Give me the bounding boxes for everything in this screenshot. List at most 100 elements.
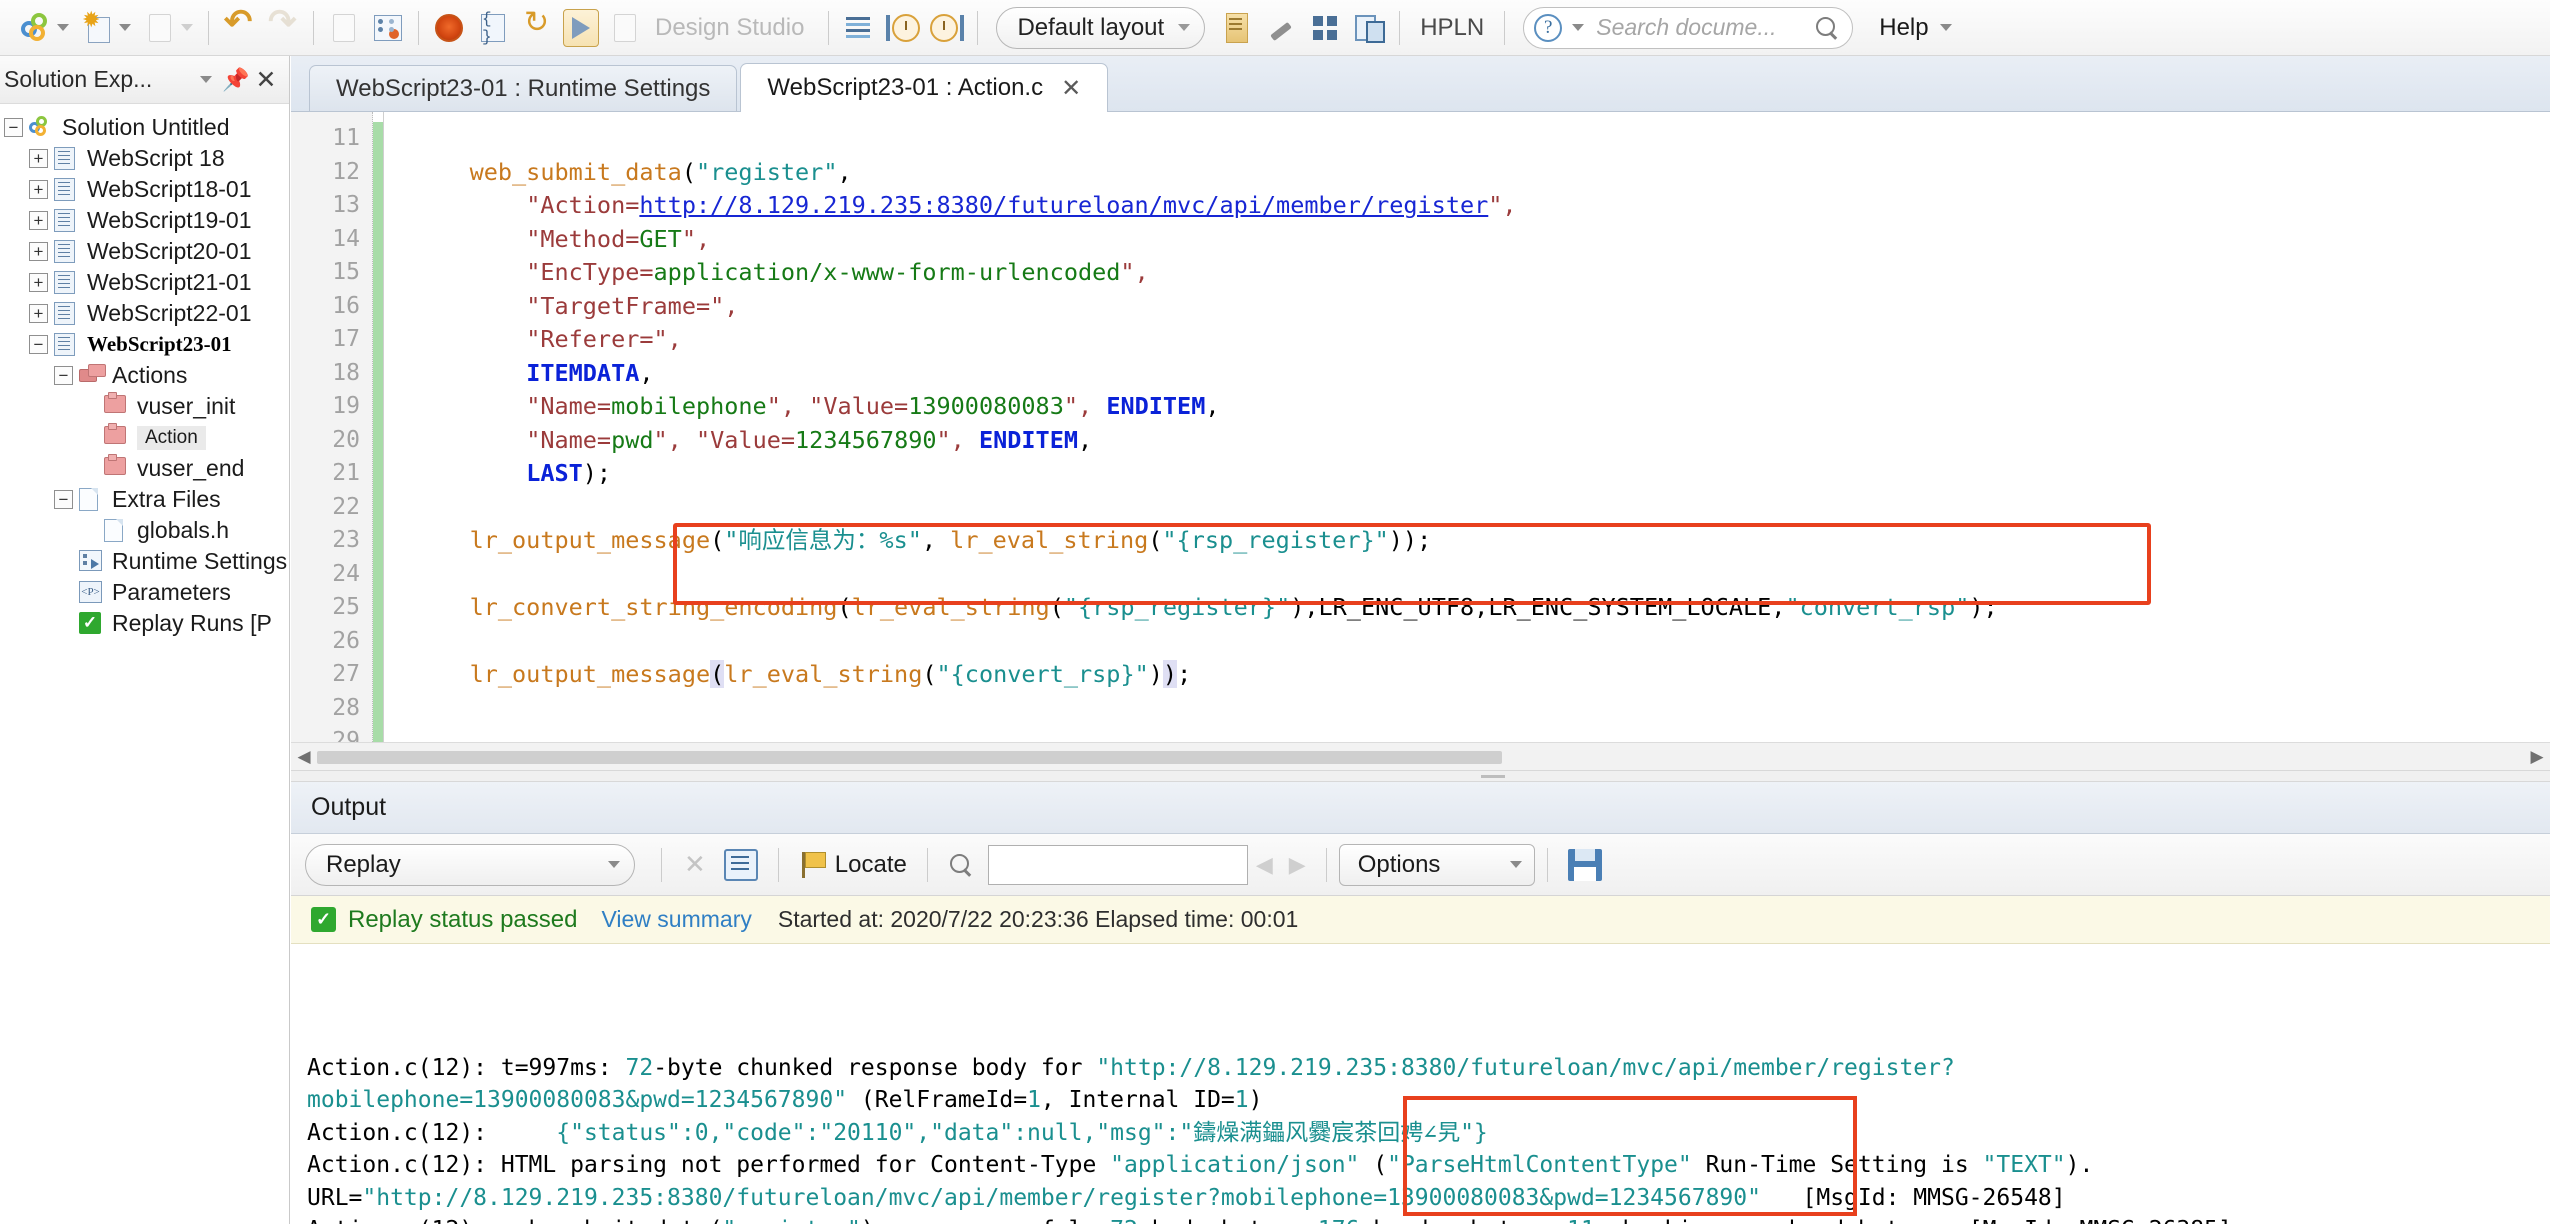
collapse-icon[interactable]: − <box>54 490 73 509</box>
code-text[interactable]: web_submit_data("register", "Action=http… <box>397 112 2550 770</box>
expand-icon[interactable]: + <box>29 211 48 230</box>
code-fold-column[interactable] <box>383 112 397 770</box>
code-line[interactable] <box>413 558 2550 592</box>
collapse-icon[interactable]: − <box>29 335 48 354</box>
output-options-button[interactable]: Options <box>1339 844 1535 886</box>
tree-item-webscript18-01[interactable]: +WebScript18-01 <box>0 174 289 205</box>
locate-button[interactable]: Locate <box>791 844 915 886</box>
output-source-selector[interactable]: Replay <box>305 844 635 886</box>
windows-layout-button[interactable] <box>1347 5 1391 51</box>
search-icon[interactable] <box>1814 15 1840 41</box>
chevron-down-icon[interactable] <box>1572 24 1584 31</box>
record-button[interactable] <box>427 5 471 51</box>
help-menu[interactable]: Help <box>1863 14 1936 42</box>
open-file-dropdown-caret[interactable] <box>178 10 196 46</box>
tree-item-globals-h[interactable]: globals.h <box>0 515 289 546</box>
expand-icon[interactable]: + <box>29 180 48 199</box>
close-icon[interactable]: ✕ <box>251 65 281 95</box>
code-line[interactable] <box>413 491 2550 525</box>
tree-item-webscript20-01[interactable]: +WebScript20-01 <box>0 236 289 267</box>
horizontal-splitter[interactable] <box>291 770 2550 782</box>
tree-item-webscript21-01[interactable]: +WebScript21-01 <box>0 267 289 298</box>
output-search-input[interactable] <box>988 845 1248 885</box>
replay-arrow-button[interactable] <box>515 5 559 51</box>
scroll-thumb[interactable] <box>317 751 1502 764</box>
tree-item-action[interactable]: Action <box>0 422 289 453</box>
grid-layout-button[interactable] <box>1303 5 1347 51</box>
code-line[interactable] <box>413 625 2550 659</box>
output-search-button[interactable] <box>940 844 982 886</box>
code-view-button[interactable]: { } <box>471 5 515 51</box>
code-line[interactable]: "TargetFrame=", <box>413 290 2550 324</box>
tree-item-runtime-settings[interactable]: Runtime Settings <box>0 546 289 577</box>
editor-horizontal-scrollbar[interactable]: ◀ ▶ <box>291 742 2550 770</box>
word-wrap-button[interactable] <box>716 844 766 886</box>
code-line[interactable]: lr_convert_string_encoding(lr_eval_strin… <box>413 591 2550 625</box>
output-log-line[interactable]: URL="http://8.129.219.235:8380/futureloa… <box>307 1182 2550 1215</box>
editor-tab-2[interactable]: WebScript23-01 : Action.c✕ <box>740 63 1108 112</box>
output-log-line[interactable]: Action.c(12): {"status":0,"code":"20110"… <box>307 1117 2550 1150</box>
new-script-button[interactable] <box>76 5 138 51</box>
code-line[interactable]: "Name=pwd", "Value=1234567890", ENDITEM, <box>413 424 2550 458</box>
documentation-search[interactable]: ? Search docume... <box>1523 7 1853 49</box>
scroll-left-icon[interactable]: ◀ <box>291 747 317 767</box>
open-file-button[interactable] <box>138 5 200 51</box>
tree-item-actions[interactable]: −Actions <box>0 360 289 391</box>
chevron-down-icon[interactable] <box>191 65 221 95</box>
code-line[interactable] <box>413 692 2550 726</box>
output-log-line[interactable]: mobilephone=13900080083&pwd=1234567890" … <box>307 1084 2550 1117</box>
editor-tab-1[interactable]: WebScript23-01 : Runtime Settings <box>309 65 737 111</box>
new-script-dropdown-caret[interactable] <box>116 10 134 46</box>
expand-icon[interactable]: + <box>29 242 48 261</box>
start-transaction-button[interactable] <box>881 5 925 51</box>
tree-item-vuser-init[interactable]: vuser_init <box>0 391 289 422</box>
pen-button[interactable] <box>1259 5 1303 51</box>
bookmark-button[interactable] <box>1215 5 1259 51</box>
tree-item-extra-files[interactable]: −Extra Files <box>0 484 289 515</box>
expand-icon[interactable]: + <box>29 149 48 168</box>
save-output-button[interactable] <box>1560 844 1610 886</box>
runtime-settings-button[interactable] <box>366 5 410 51</box>
output-log-line[interactable]: Action.c(12): HTML parsing not performed… <box>307 1149 2550 1182</box>
tree-item-webscript-18[interactable]: +WebScript 18 <box>0 143 289 174</box>
scroll-track[interactable] <box>317 749 2524 765</box>
collapse-icon[interactable]: − <box>4 118 23 137</box>
code-line[interactable]: "Action=http://8.129.219.235:8380/future… <box>413 189 2550 223</box>
tree-item-vuser-end[interactable]: vuser_end <box>0 453 289 484</box>
layout-selector[interactable]: Default layout <box>996 7 1205 49</box>
code-line[interactable]: LAST); <box>413 457 2550 491</box>
list-view-button[interactable] <box>837 5 881 51</box>
code-line[interactable]: "Referer=", <box>413 323 2550 357</box>
hpln-label[interactable]: HPLN <box>1408 14 1496 42</box>
tree-item-webscript19-01[interactable]: +WebScript19-01 <box>0 205 289 236</box>
code-editor[interactable]: 11121314151617181920212223242526272829 w… <box>291 112 2550 770</box>
run-button[interactable] <box>559 5 603 51</box>
expand-icon[interactable]: + <box>29 304 48 323</box>
search-input[interactable]: Search docume... <box>1596 14 1814 41</box>
output-log-line[interactable]: Action.c(12): t=997ms: 72-byte chunked r… <box>307 1052 2550 1085</box>
output-log[interactable]: Action.c(12): t=997ms: 72-byte chunked r… <box>291 944 2550 1224</box>
end-transaction-button[interactable] <box>925 5 969 51</box>
pin-icon[interactable]: 📌 <box>221 65 251 95</box>
tree-item-parameters[interactable]: <P>Parameters <box>0 577 289 608</box>
undo-button[interactable] <box>217 5 261 51</box>
tree-item-webscript23-01[interactable]: −WebScript23-01 <box>0 329 289 360</box>
solution-button[interactable] <box>14 5 76 51</box>
close-icon[interactable]: ✕ <box>1061 74 1081 103</box>
code-line[interactable]: "Name=mobilephone", "Value=13900080083",… <box>413 390 2550 424</box>
output-log-line[interactable]: Action.c(12): web_submit_data("register"… <box>307 1214 2550 1224</box>
tree-item-webscript22-01[interactable]: +WebScript22-01 <box>0 298 289 329</box>
code-line[interactable]: web_submit_data("register", <box>413 156 2550 190</box>
code-line[interactable]: lr_output_message(lr_eval_string("{conve… <box>413 658 2550 692</box>
code-line[interactable]: lr_output_message("响应信息为：%s", lr_eval_st… <box>413 524 2550 558</box>
tree-item-solution-untitled[interactable]: −Solution Untitled <box>0 112 289 143</box>
code-line[interactable] <box>413 122 2550 156</box>
expand-icon[interactable]: + <box>29 273 48 292</box>
scroll-right-icon[interactable]: ▶ <box>2524 747 2550 767</box>
code-line[interactable]: ITEMDATA, <box>413 357 2550 391</box>
collapse-icon[interactable]: − <box>54 366 73 385</box>
tree-item-replay-runs-p[interactable]: ✓Replay Runs [P <box>0 608 289 639</box>
solution-dropdown-caret[interactable] <box>54 10 72 46</box>
code-line[interactable]: "Method=GET", <box>413 223 2550 257</box>
view-summary-link[interactable]: View summary <box>601 906 751 933</box>
